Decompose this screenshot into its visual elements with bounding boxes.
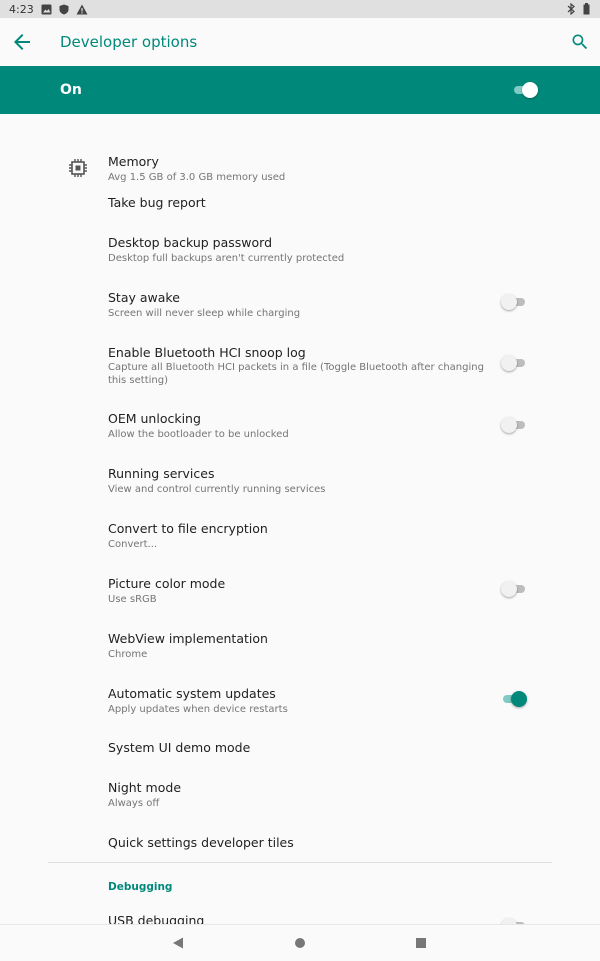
nav-recents-icon[interactable] (416, 938, 426, 948)
nav-home-icon[interactable] (295, 938, 305, 948)
item-subtitle: Capture all Bluetooth HCI packets in a f… (108, 362, 484, 386)
item-subtitle: Convert... (108, 539, 158, 550)
memory-chip-icon (69, 159, 87, 177)
item-title: Convert to file encryption (108, 521, 268, 536)
item-subtitle: Apply updates when device restarts (108, 704, 288, 715)
picture-color-mode-item[interactable]: Picture color mode Use sRGB (0, 569, 600, 624)
item-title: Take bug report (108, 195, 206, 210)
item-title: OEM unlocking (108, 411, 201, 426)
master-toggle-label: On (60, 82, 82, 98)
item-title: Desktop backup password (108, 235, 273, 250)
item-subtitle: View and control currently running servi… (108, 484, 326, 495)
desktop-backup-password-item[interactable]: Desktop backup password Desktop full bac… (0, 228, 600, 283)
usb-debugging-item[interactable]: USB debugging (0, 905, 600, 924)
nav-back-icon[interactable] (172, 937, 184, 949)
convert-file-encryption-item[interactable]: Convert to file encryption Convert... (0, 514, 600, 569)
master-toggle-bar[interactable]: On (0, 66, 600, 114)
automatic-updates-switch[interactable] (501, 691, 527, 707)
stay-awake-item[interactable]: Stay awake Screen will never sleep while… (0, 283, 600, 338)
oem-unlocking-item[interactable]: OEM unlocking Allow the bootloader to be… (0, 404, 600, 459)
shield-icon (59, 4, 69, 14)
debugging-section-header: Debugging (108, 881, 173, 893)
section-divider (48, 862, 552, 863)
stay-awake-switch[interactable] (501, 294, 527, 310)
battery-icon (583, 3, 590, 15)
search-icon[interactable] (570, 32, 590, 52)
picture-color-mode-switch[interactable] (501, 581, 527, 597)
item-title: Quick settings developer tiles (108, 835, 294, 850)
item-subtitle: Use sRGB (108, 594, 157, 605)
memory-item[interactable]: Memory Avg 1.5 GB of 3.0 GB memory used (0, 128, 600, 183)
status-time: 4:23 (9, 2, 34, 16)
item-title: Memory (108, 154, 159, 169)
bluetooth-hci-snoop-log-item[interactable]: Enable Bluetooth HCI snoop log Capture a… (0, 338, 600, 404)
item-subtitle: Always off (108, 798, 160, 809)
item-title: Picture color mode (108, 576, 226, 591)
item-title: Stay awake (108, 290, 180, 305)
item-title: Running services (108, 466, 215, 481)
item-title: USB debugging (108, 913, 205, 924)
item-title: Enable Bluetooth HCI snoop log (108, 345, 306, 360)
master-toggle-switch[interactable] (514, 82, 538, 98)
bluetooth-icon (567, 3, 575, 15)
night-mode-item[interactable]: Night mode Always off (0, 776, 600, 831)
item-title: System UI demo mode (108, 740, 251, 755)
item-title: Automatic system updates (108, 686, 276, 701)
oem-unlocking-switch[interactable] (501, 417, 527, 433)
bluetooth-hci-snoop-switch[interactable] (501, 355, 527, 371)
automatic-system-updates-item[interactable]: Automatic system updates Apply updates w… (0, 679, 600, 734)
item-subtitle: Chrome (108, 649, 148, 660)
page-title: Developer options (60, 33, 198, 51)
running-services-item[interactable]: Running services View and control curren… (0, 459, 600, 514)
item-title: WebView implementation (108, 631, 268, 646)
navigation-bar (0, 924, 600, 961)
take-bug-report-item[interactable]: Take bug report (0, 178, 600, 228)
item-subtitle: Screen will never sleep while charging (108, 308, 301, 319)
warning-icon (76, 4, 88, 14)
item-subtitle: Desktop full backups aren't currently pr… (108, 253, 345, 264)
item-subtitle: Allow the bootloader to be unlocked (108, 429, 289, 440)
item-title: Night mode (108, 780, 182, 795)
app-bar: Developer options (0, 18, 600, 66)
status-bar: 4:23 (0, 0, 600, 18)
back-arrow-icon[interactable] (10, 30, 34, 54)
image-notification-icon (41, 4, 52, 14)
webview-implementation-item[interactable]: WebView implementation Chrome (0, 624, 600, 679)
quick-settings-tiles-item[interactable]: Quick settings developer tiles (0, 824, 600, 862)
system-ui-demo-mode-item[interactable]: System UI demo mode (0, 734, 600, 776)
